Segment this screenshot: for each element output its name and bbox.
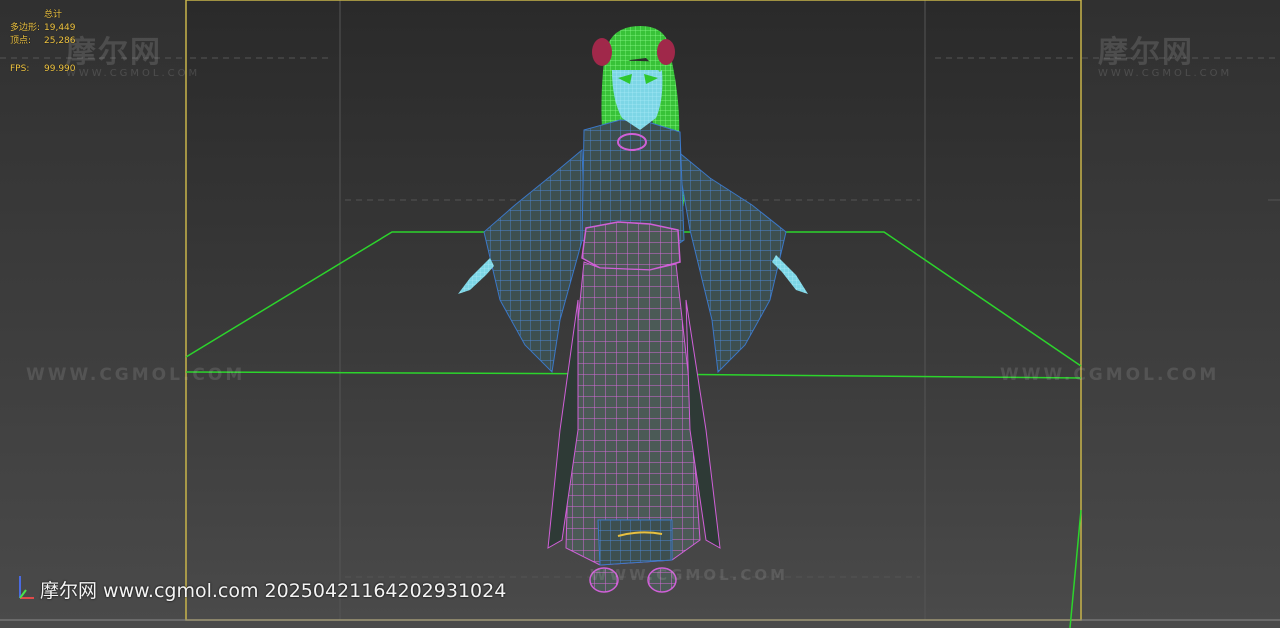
stats-title: 总计 xyxy=(44,10,63,20)
watermark-logo-text: 摩尔网 xyxy=(66,35,162,70)
stats-label: 多边形: xyxy=(10,23,41,33)
viewport-statistics: 总计 多边形: 19,449 顶点: 25,286 FPS: 99.990 xyxy=(10,9,76,76)
stats-row-vertices: 顶点: 25,286 xyxy=(10,35,76,48)
stats-value: 25,286 xyxy=(44,36,76,46)
watermark-logo-text: 摩尔网 xyxy=(1098,35,1194,70)
watermark-logo-right: 摩尔网 WWW.CGMOL.COM xyxy=(1098,38,1232,80)
axis-gizmo-icon xyxy=(19,576,34,599)
watermark-logo-left: 摩尔网 WWW.CGMOL.COM xyxy=(66,38,200,80)
stats-row-fps: FPS: 99.990 xyxy=(10,63,76,76)
stats-row-polygons: 多边形: 19,449 xyxy=(10,22,76,35)
watermark-url-right: WWW.CGMOL.COM xyxy=(1000,365,1220,385)
watermark-logo-sub: WWW.CGMOL.COM xyxy=(1098,68,1233,79)
stats-value: 19,449 xyxy=(44,23,76,33)
watermark-logo-sub: WWW.CGMOL.COM xyxy=(66,68,201,79)
stats-label: 顶点: xyxy=(10,36,32,46)
3d-viewport[interactable]: 摩尔网 WWW.CGMOL.COM 摩尔网 WWW.CGMOL.COM WWW.… xyxy=(0,0,1280,628)
watermark-url-center: WWW.CGMOL.COM xyxy=(590,566,789,584)
viewport-scene xyxy=(0,0,1280,628)
stats-fps-label: FPS: xyxy=(10,64,30,74)
stats-fps-value: 99.990 xyxy=(44,64,76,74)
watermark-url-left: WWW.CGMOL.COM xyxy=(26,365,246,385)
bottom-watermark-caption: 摩尔网 www.cgmol.com 20250421164202931024 xyxy=(40,580,507,602)
